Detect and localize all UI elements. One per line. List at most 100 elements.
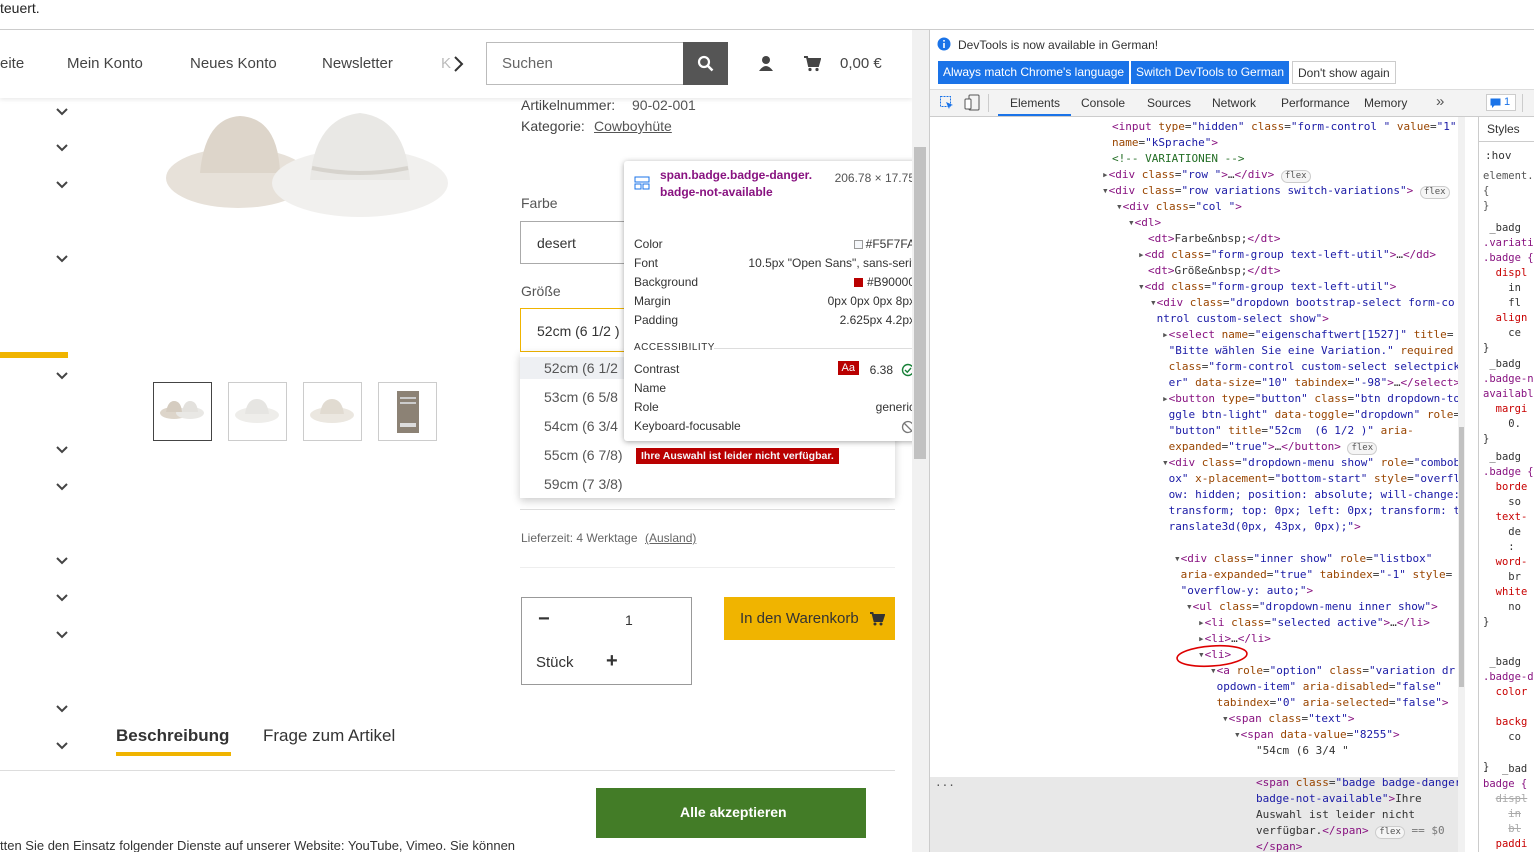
nav-item-more[interactable]: K <box>441 55 451 72</box>
article-number: 90-02-001 <box>632 97 696 113</box>
delivery-link[interactable]: (Ausland) <box>645 531 696 545</box>
check-circle-icon <box>901 363 912 377</box>
top-text: teuert. <box>0 0 40 16</box>
chevron-down-icon[interactable] <box>54 479 70 495</box>
color-label: Farbe <box>521 195 558 211</box>
tab-frage[interactable]: Frage zum Artikel <box>263 726 395 746</box>
tooltip-color-label: Color <box>634 237 663 251</box>
devtools-tabbar: Elements Console Sources Network Perform… <box>930 90 1534 117</box>
infobar-text: DevTools is now available in German! <box>958 38 1159 52</box>
chevron-right-icon[interactable] <box>452 55 464 73</box>
size-select[interactable]: 52cm (6 1/2 ) <box>520 308 630 352</box>
tab-memory[interactable]: Memory <box>1364 96 1407 110</box>
chevron-down-icon[interactable] <box>54 104 70 120</box>
color-select[interactable]: desert <box>520 221 630 264</box>
chevron-down-icon[interactable] <box>54 738 70 754</box>
quantity-input[interactable]: 1 <box>625 612 633 628</box>
nav-item-startseite[interactable]: eite <box>0 55 24 72</box>
dont-show-again-button[interactable]: Don't show again <box>1292 61 1396 84</box>
thumbnail-2[interactable] <box>228 382 287 441</box>
chevron-down-icon[interactable] <box>54 590 70 606</box>
more-tabs-button[interactable]: » <box>1436 93 1444 110</box>
nav-item-mein-konto[interactable]: Mein Konto <box>67 55 143 72</box>
plus-button[interactable]: + <box>606 650 618 673</box>
accept-all-button[interactable]: Alle akzeptieren <box>596 788 866 838</box>
search-button[interactable] <box>683 42 728 85</box>
size-option-59[interactable]: 59cm (7 3/8) <box>544 476 623 492</box>
shop-navbar: eite Mein Konto Neues Konto Newsletter K… <box>0 30 912 98</box>
delivery-text: Lieferzeit: 4 Werktage <box>521 531 638 545</box>
minus-button[interactable]: − <box>538 608 550 631</box>
quantity-stepper: − 1 Stück + <box>521 597 692 685</box>
size-option-55[interactable]: 55cm (6 7/8) <box>544 447 623 463</box>
contrast-label: Contrast <box>634 362 680 376</box>
tab-network[interactable]: Network <box>1212 96 1256 110</box>
size-option-54[interactable]: 54cm (6 3/4 <box>544 418 618 434</box>
add-to-cart-button[interactable]: In den Warenkorb <box>724 597 895 640</box>
inspect-element-icon[interactable] <box>939 95 955 111</box>
tab-elements[interactable]: Elements <box>1010 96 1060 110</box>
nav-item-newsletter[interactable]: Newsletter <box>322 55 393 72</box>
separator <box>988 94 989 112</box>
cart-total[interactable]: 0,00 € <box>840 55 882 72</box>
tab-performance[interactable]: Performance <box>1281 96 1350 110</box>
user-icon[interactable] <box>758 55 774 72</box>
issues-counter[interactable]: 1 <box>1486 94 1516 111</box>
chevron-down-icon[interactable] <box>54 701 70 717</box>
nav-item-neues-konto[interactable]: Neues Konto <box>190 55 277 72</box>
elements-scrollbar[interactable] <box>1458 117 1465 852</box>
scrollbar-thumb[interactable] <box>914 147 926 459</box>
cart-icon[interactable] <box>803 55 821 72</box>
divider <box>714 348 912 349</box>
hov-toggle[interactable]: :hov <box>1485 149 1512 162</box>
article-label: Artikelnummer: <box>521 97 616 113</box>
size-option-53[interactable]: 53cm (6 5/8 <box>544 389 618 405</box>
page-scrollbar[interactable] <box>912 30 929 852</box>
tooltip-padding-value: 2.625px 4.2px <box>839 313 912 327</box>
chevron-down-icon[interactable] <box>54 442 70 458</box>
category-link[interactable]: Cowboyhüte <box>594 118 672 134</box>
styles-tab[interactable]: Styles <box>1487 122 1520 136</box>
info-icon <box>937 37 951 51</box>
size-option-52[interactable]: 52cm (6 1/2 <box>544 360 618 376</box>
match-language-button[interactable]: Always match Chrome's language <box>938 61 1130 84</box>
switch-german-button[interactable]: Switch DevTools to German <box>1131 61 1290 84</box>
tooltip-bg-label: Background <box>634 275 699 289</box>
element-icon <box>634 176 650 190</box>
size-label: Größe <box>521 283 561 299</box>
color-swatch <box>854 240 863 249</box>
thumbnail-1[interactable] <box>153 382 212 441</box>
styles-pane: Styles :hov element. { } _badg .variati … <box>1478 117 1534 852</box>
tabs-divider <box>0 770 895 771</box>
chevron-down-icon[interactable] <box>54 368 70 384</box>
tooltip-size: 206.78 × 17.75 <box>834 171 912 185</box>
device-toolbar-icon[interactable] <box>964 94 980 111</box>
chevron-down-icon[interactable] <box>54 553 70 569</box>
chevron-down-icon[interactable] <box>54 251 70 267</box>
devtools-panel: DevTools is now available in German! Alw… <box>929 30 1534 852</box>
category-label: Kategorie: <box>521 118 585 134</box>
chevron-down-icon[interactable] <box>54 177 70 193</box>
name-label: Name <box>634 381 667 395</box>
chevron-down-icon[interactable] <box>54 627 70 643</box>
elements-scrollbar-thumb[interactable] <box>1459 427 1464 687</box>
search-input[interactable]: Suchen <box>486 42 684 85</box>
tooltip-font-label: Font <box>634 256 659 270</box>
active-indicator <box>0 352 68 358</box>
active-tab-indicator <box>998 114 1071 116</box>
size-value: 52cm (6 1/2 ) <box>537 323 620 339</box>
tab-console[interactable]: Console <box>1081 96 1125 110</box>
tab-beschreibung[interactable]: Beschreibung <box>116 726 229 746</box>
contrast-aa-badge: Aa <box>837 361 859 375</box>
tab-sources[interactable]: Sources <box>1147 96 1191 110</box>
thumbnail-3[interactable] <box>303 382 362 441</box>
tooltip-font-value: 10.5px "Open Sans", sans-serif <box>748 256 912 270</box>
unit-label: Stück <box>536 654 574 671</box>
separator <box>1522 94 1523 112</box>
product-image[interactable] <box>160 98 452 248</box>
chevron-down-icon[interactable] <box>54 140 70 156</box>
tooltip-selector: span.badge.badge-danger. <box>660 168 813 182</box>
node-menu-dots[interactable]: ··· <box>935 779 955 792</box>
thumbnail-4[interactable] <box>378 382 437 441</box>
browser-top-bar: teuert. <box>0 0 1534 30</box>
